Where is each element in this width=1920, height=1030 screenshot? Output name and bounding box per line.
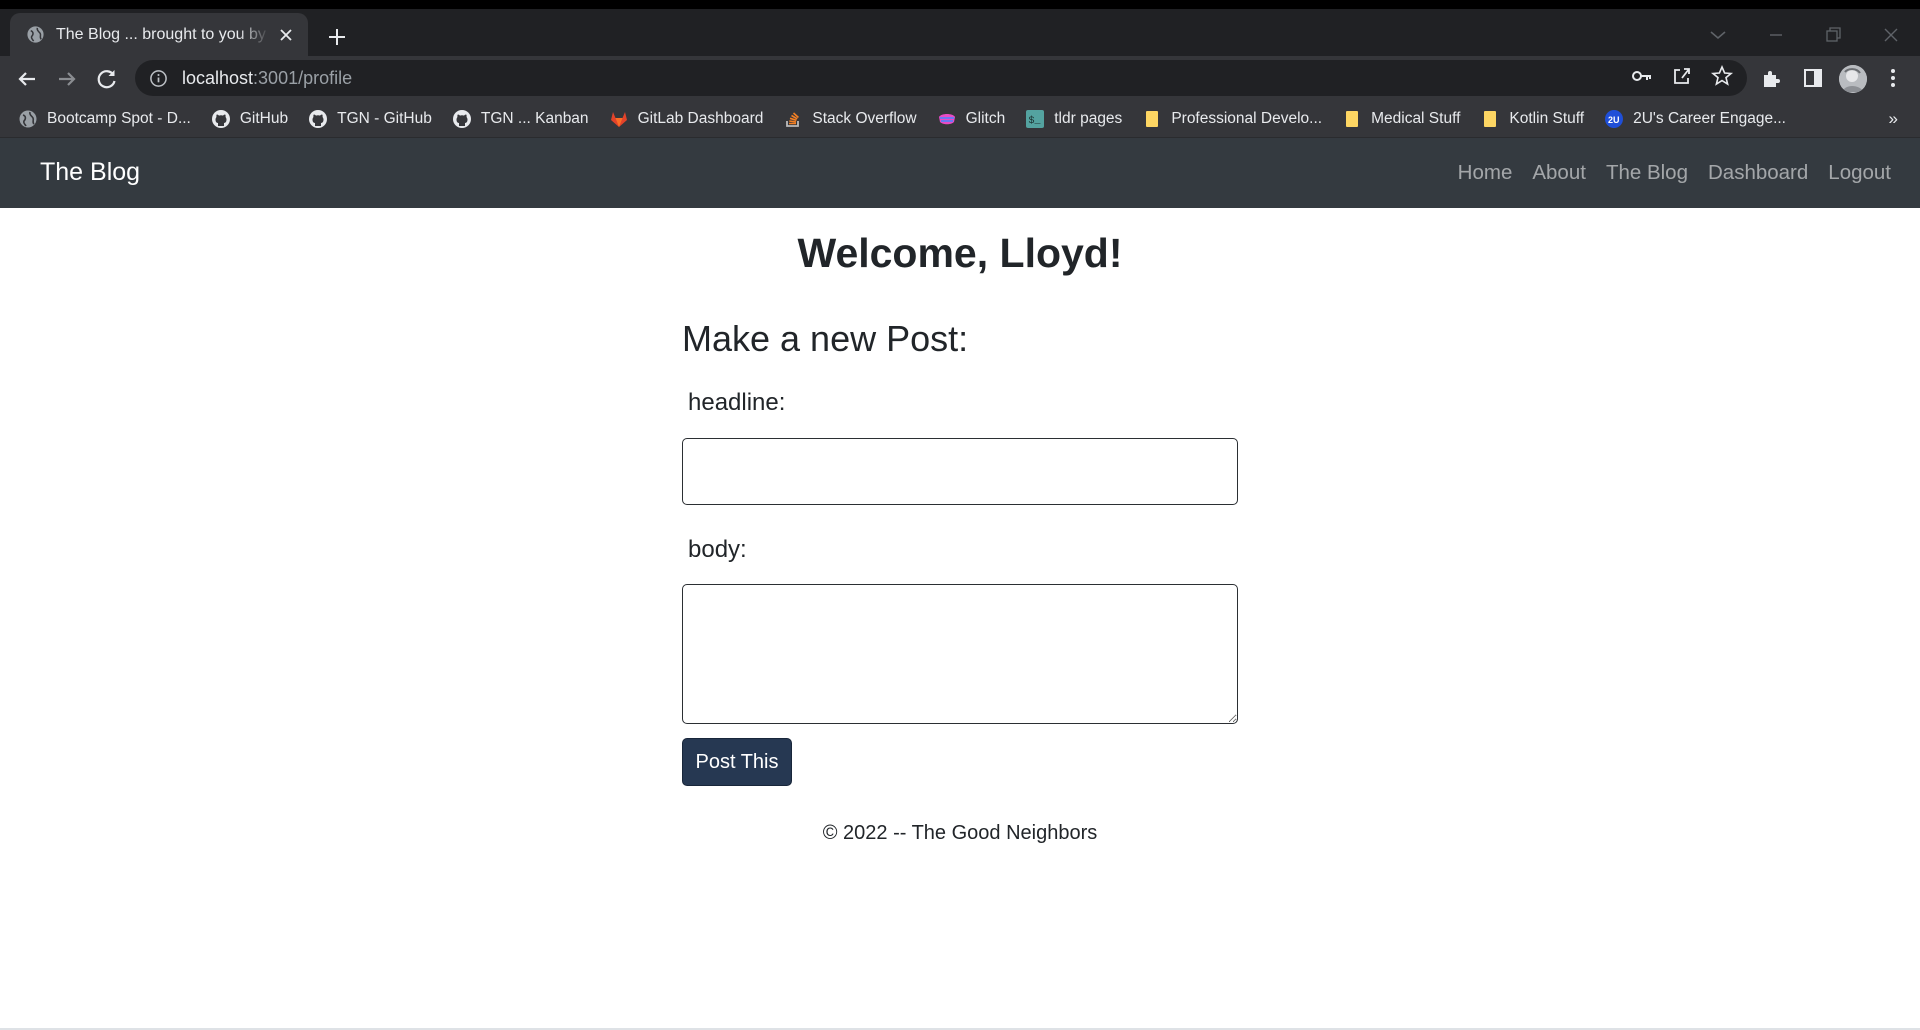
minimize-icon[interactable]	[1764, 23, 1788, 47]
bookmark-label: TGN - GitHub	[337, 110, 432, 127]
bookmark-2u-career[interactable]: 2U 2U's Career Engage...	[1604, 109, 1786, 129]
globe-icon	[27, 26, 44, 43]
bookmark-star-icon[interactable]	[1710, 64, 1734, 88]
bookmark-label: tldr pages	[1054, 110, 1123, 127]
new-post-title: Make a new Post:	[682, 318, 969, 359]
nav-link-logout[interactable]: Logout	[1828, 161, 1891, 185]
back-arrow-icon[interactable]	[13, 65, 41, 93]
bookmark-label: Glitch	[965, 110, 1006, 127]
bookmark-label: TGN ... Kanban	[480, 110, 589, 127]
bookmark-label: GitHub	[239, 110, 289, 127]
globe-icon	[19, 110, 37, 128]
window-top-edge	[0, 0, 1920, 9]
kebab-menu-icon[interactable]	[1881, 66, 1905, 90]
svg-text:$_: $_	[1029, 115, 1042, 127]
bookmark-tldr-pages[interactable]: $_ tldr pages	[1025, 109, 1122, 129]
bookmark-tgn-github[interactable]: TGN - GitHub	[308, 109, 432, 129]
profile-avatar[interactable]	[1839, 65, 1867, 93]
address-bar[interactable]: localhost:3001/profile	[135, 60, 1747, 96]
page-footer: © 2022 -- The Good Neighbors	[822, 822, 1098, 844]
nav-link-about[interactable]: About	[1532, 161, 1586, 185]
tldr-icon: $_	[1026, 110, 1045, 128]
browser-tab-bar: The Blog ... brought to you by the Good …	[0, 9, 1920, 56]
avatar-image-icon	[1839, 65, 1867, 93]
svg-text:2U: 2U	[1608, 115, 1620, 125]
folder-icon	[1346, 111, 1359, 127]
bookmark-tgn-kanban[interactable]: TGN ... Kanban	[452, 109, 589, 129]
github-icon	[309, 110, 328, 128]
github-icon	[211, 110, 230, 128]
2u-icon: 2U	[1605, 110, 1624, 128]
bookmark-label: Professional Develo...	[1171, 110, 1323, 127]
bookmark-bootcamp-spot[interactable]: Bootcamp Spot - D...	[18, 109, 191, 129]
bookmark-glitch[interactable]: Glitch	[937, 109, 1006, 129]
nav-link-home[interactable]: Home	[1458, 161, 1513, 185]
side-panel-icon[interactable]	[1801, 66, 1825, 90]
share-icon[interactable]	[1670, 64, 1694, 88]
navbar-links: Home About The Blog Dashboard Logout	[1438, 161, 1891, 185]
glitch-icon	[938, 114, 955, 125]
reload-icon[interactable]	[93, 65, 121, 93]
navbar-brand[interactable]: The Blog	[40, 158, 140, 187]
body-textarea[interactable]	[682, 584, 1238, 724]
tab-search-chevron-icon[interactable]	[1706, 23, 1730, 47]
headline-input[interactable]	[682, 438, 1238, 505]
browser-tab-active[interactable]: The Blog ... brought to you by the Good …	[10, 13, 308, 56]
browser-tab-title: The Blog ... brought to you by the Good …	[56, 25, 270, 43]
new-tab-plus-icon[interactable]	[323, 23, 351, 51]
github-icon	[452, 110, 471, 128]
body-label: body:	[688, 536, 747, 563]
bookmarks-overflow-chevron[interactable]: »	[1889, 109, 1898, 129]
bookmark-label: Medical Stuff	[1371, 110, 1461, 127]
bookmark-folder-medical[interactable]: Medical Stuff	[1342, 109, 1460, 129]
bookmark-label: 2U's Career Engage...	[1633, 110, 1786, 127]
bookmark-github[interactable]: GitHub	[211, 109, 288, 129]
url-path: :3001/profile	[253, 67, 353, 88]
gitlab-icon	[610, 112, 627, 127]
stackoverflow-icon	[786, 112, 800, 127]
headline-label: headline:	[688, 389, 786, 416]
bookmark-label: Bootcamp Spot - D...	[47, 110, 191, 127]
url-host: localhost	[182, 67, 254, 88]
extensions-puzzle-icon[interactable]	[1760, 66, 1784, 90]
bookmark-gitlab-dashboard[interactable]: GitLab Dashboard	[609, 109, 764, 129]
restore-icon[interactable]	[1821, 23, 1845, 47]
site-navbar: The Blog Home About The Blog Dashboard L…	[0, 138, 1920, 208]
forward-arrow-icon[interactable]	[53, 65, 81, 93]
nav-link-dashboard[interactable]: Dashboard	[1708, 161, 1808, 185]
folder-icon	[1484, 111, 1497, 127]
new-post-form: Make a new Post: headline: body: Post Th…	[682, 318, 1238, 786]
close-tab-icon[interactable]	[276, 25, 296, 45]
key-icon[interactable]	[1630, 64, 1654, 88]
bookmark-stack-overflow[interactable]: Stack Overflow	[783, 109, 917, 129]
nav-link-the-blog[interactable]: The Blog	[1606, 161, 1688, 185]
browser-toolbar: localhost:3001/profile	[0, 56, 1920, 101]
bookmark-folder-kotlin[interactable]: Kotlin Stuff	[1480, 109, 1584, 129]
folder-icon	[1146, 111, 1159, 127]
welcome-heading: Welcome, Lloyd!	[797, 230, 1123, 276]
post-this-button[interactable]: Post This	[682, 738, 792, 786]
bookmarks-bar: Bootcamp Spot - D... GitHub TGN - GitHub…	[0, 101, 1920, 138]
close-window-icon[interactable]	[1879, 23, 1903, 47]
bookmark-label: Kotlin Stuff	[1509, 110, 1585, 127]
bookmark-folder-professional[interactable]: Professional Develo...	[1142, 109, 1322, 129]
bookmark-label: GitLab Dashboard	[637, 110, 764, 127]
site-info-icon[interactable]	[149, 69, 168, 88]
bookmark-label: Stack Overflow	[812, 110, 917, 127]
